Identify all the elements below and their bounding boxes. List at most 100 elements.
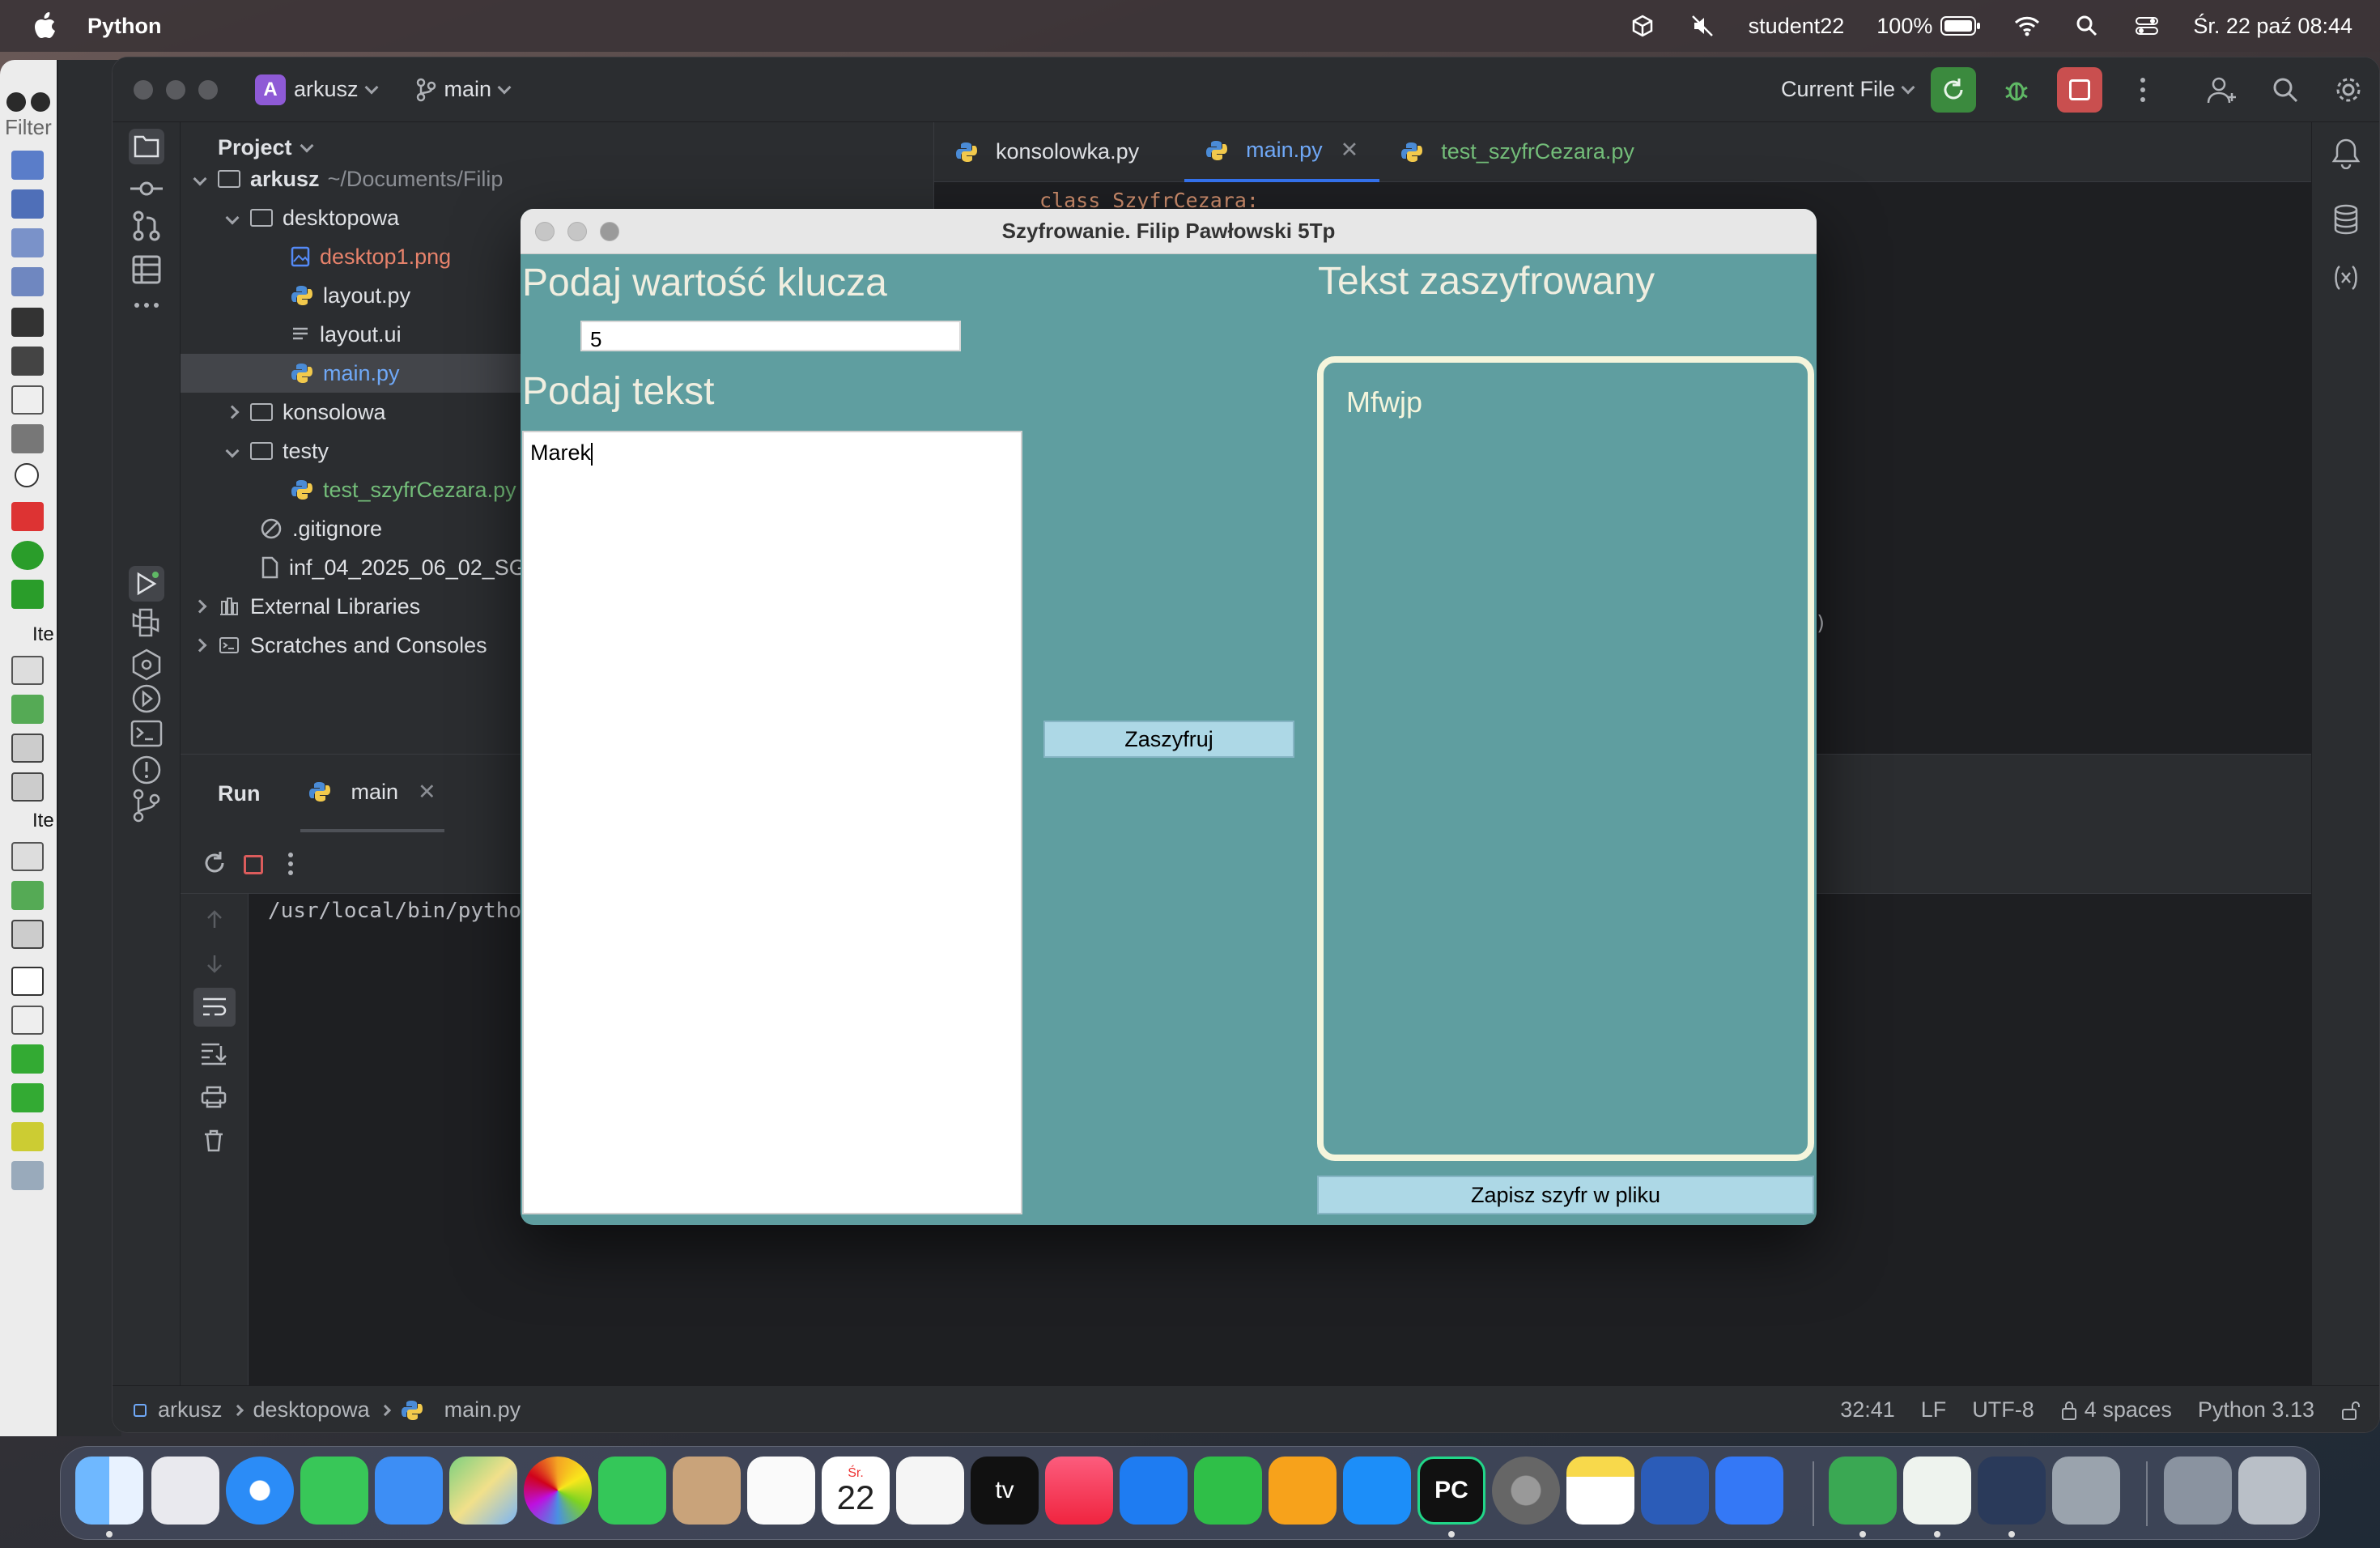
filter-field[interactable]: Filter bbox=[0, 115, 57, 139]
dialog-close-button[interactable] bbox=[535, 222, 555, 241]
close-tab-icon[interactable]: ✕ bbox=[418, 780, 436, 805]
tree-item-konsolowa[interactable]: konsolowa bbox=[221, 393, 386, 432]
battery-status[interactable]: 100% bbox=[1876, 14, 1981, 39]
breadcrumb-item[interactable]: desktopowa bbox=[253, 1397, 370, 1423]
group-box-icon[interactable] bbox=[11, 967, 44, 996]
project-tool-button[interactable] bbox=[129, 129, 164, 164]
stacked-widget-icon[interactable] bbox=[11, 1083, 44, 1112]
numbers-icon[interactable] bbox=[1194, 1457, 1262, 1525]
button-icon[interactable] bbox=[11, 385, 44, 415]
run-config-selector[interactable]: Current File bbox=[1781, 77, 1915, 102]
pycharm-icon[interactable]: PC bbox=[1417, 1457, 1485, 1525]
project-selector[interactable]: A arkusz bbox=[255, 74, 379, 105]
more-actions-button[interactable] bbox=[2120, 67, 2165, 113]
plain-text-input[interactable]: Marek bbox=[522, 431, 1022, 1214]
radio-icon[interactable] bbox=[15, 463, 39, 487]
widget-icon[interactable] bbox=[11, 1161, 44, 1190]
messages-icon[interactable] bbox=[300, 1457, 368, 1525]
search-icon[interactable] bbox=[2073, 14, 2101, 38]
table-icon[interactable] bbox=[11, 734, 44, 763]
downloads-folder-icon[interactable] bbox=[2164, 1457, 2232, 1525]
layout-icon[interactable] bbox=[11, 189, 44, 219]
wifi-icon[interactable] bbox=[2013, 14, 2041, 38]
breadcrumb-item[interactable]: arkusz bbox=[158, 1397, 223, 1423]
apple-tv-icon[interactable]: tv bbox=[971, 1457, 1039, 1525]
close-tab-icon[interactable]: ✕ bbox=[1341, 138, 1359, 163]
stop-button[interactable] bbox=[2057, 66, 2102, 113]
settings-button[interactable] bbox=[2326, 67, 2371, 113]
editor-tab-main[interactable]: main.py ✕ bbox=[1184, 122, 1380, 182]
python-launcher-icon[interactable] bbox=[1903, 1457, 1971, 1525]
soft-wrap-button[interactable] bbox=[193, 988, 236, 1027]
frame-icon[interactable] bbox=[11, 1122, 44, 1151]
trash-icon[interactable] bbox=[202, 1129, 226, 1153]
debug-button[interactable] bbox=[1994, 67, 2039, 113]
apple-icon[interactable] bbox=[32, 12, 57, 40]
branch-selector[interactable]: main bbox=[415, 77, 512, 102]
trash-icon[interactable] bbox=[2238, 1457, 2306, 1525]
table-icon[interactable] bbox=[11, 920, 44, 949]
window-zoom-button[interactable] bbox=[198, 79, 218, 100]
add-user-button[interactable] bbox=[2199, 67, 2245, 113]
problems-icon[interactable] bbox=[129, 752, 164, 788]
tree-item-external-libraries[interactable]: External Libraries bbox=[189, 587, 420, 626]
tree-item-desktop1-png[interactable]: desktop1.png bbox=[291, 237, 451, 276]
python-idle-icon[interactable] bbox=[2052, 1457, 2120, 1525]
tree-item-root[interactable]: arkusz ~/Documents/Filip bbox=[189, 159, 933, 198]
tree-item-inf-04[interactable]: inf_04_2025_06_02_SG bbox=[260, 548, 526, 587]
run-tab-main[interactable]: main ✕ bbox=[300, 755, 444, 832]
notes-icon[interactable] bbox=[1566, 1457, 1634, 1525]
more-horizontal-icon[interactable] bbox=[129, 287, 164, 323]
facetime-icon[interactable] bbox=[598, 1457, 666, 1525]
services-icon[interactable] bbox=[129, 647, 164, 683]
contacts-icon[interactable] bbox=[673, 1457, 741, 1525]
qt-designer-icon[interactable] bbox=[1829, 1457, 1897, 1525]
maps-icon[interactable] bbox=[449, 1457, 517, 1525]
system-settings-icon[interactable] bbox=[1492, 1457, 1560, 1525]
layout-icon[interactable] bbox=[11, 151, 44, 180]
encrypt-button[interactable]: Zaszyfruj bbox=[1043, 721, 1294, 758]
tree-item-testy[interactable]: testy bbox=[221, 432, 329, 470]
word-icon[interactable] bbox=[1641, 1457, 1709, 1525]
dialog-zoom-button[interactable] bbox=[600, 222, 619, 241]
scroll-to-end-icon[interactable] bbox=[200, 1041, 227, 1065]
commit-icon[interactable] bbox=[129, 171, 164, 206]
reminders-icon[interactable] bbox=[747, 1457, 815, 1525]
window-minimize-button[interactable] bbox=[166, 79, 185, 100]
pull-requests-icon[interactable] bbox=[129, 208, 164, 244]
editor-tab-konsolowka[interactable]: konsolowka.py bbox=[934, 122, 1160, 182]
safari-icon[interactable] bbox=[226, 1457, 294, 1525]
pages-icon[interactable] bbox=[1269, 1457, 1337, 1525]
project-panel-header[interactable]: Project bbox=[218, 135, 314, 160]
grid-icon[interactable] bbox=[11, 267, 44, 296]
checkbox-icon[interactable] bbox=[11, 502, 44, 531]
user-name[interactable]: student22 bbox=[1749, 14, 1845, 39]
stop-icon[interactable] bbox=[244, 855, 263, 874]
sciview-icon[interactable] bbox=[2330, 262, 2362, 294]
indent-setting[interactable]: 4 spaces bbox=[2060, 1397, 2172, 1423]
list-icon[interactable] bbox=[11, 656, 44, 685]
dialog-button-icon[interactable] bbox=[11, 580, 44, 609]
tree-item-scratches[interactable]: Scratches and Consoles bbox=[189, 626, 487, 665]
breadcrumb-item[interactable]: main.py bbox=[444, 1397, 521, 1423]
editor-tab-test[interactable]: test_szyfrCezara.py bbox=[1379, 122, 1655, 182]
arrow-down-icon[interactable] bbox=[203, 952, 226, 975]
app-name[interactable]: Python bbox=[87, 14, 162, 39]
python-console-icon[interactable] bbox=[129, 681, 164, 717]
interpreter[interactable]: Python 3.13 bbox=[2198, 1397, 2314, 1423]
tree-icon[interactable] bbox=[11, 881, 44, 910]
tree-item-gitignore[interactable]: .gitignore bbox=[260, 509, 382, 548]
finder-icon[interactable] bbox=[75, 1457, 143, 1525]
rerun-icon[interactable] bbox=[202, 850, 227, 876]
disk-utility-icon[interactable] bbox=[1978, 1457, 2046, 1525]
git-icon[interactable] bbox=[129, 788, 164, 823]
database-icon[interactable] bbox=[2330, 203, 2362, 236]
spacer-icon[interactable] bbox=[11, 308, 44, 337]
tree-item-desktopowa[interactable]: desktopowa bbox=[221, 198, 399, 237]
cube-icon[interactable] bbox=[1629, 14, 1656, 38]
print-icon[interactable] bbox=[200, 1085, 227, 1109]
tab-widget-icon[interactable] bbox=[11, 1044, 44, 1074]
roblox-icon[interactable] bbox=[1715, 1457, 1783, 1525]
tree-item-layout-py[interactable]: layout.py bbox=[291, 276, 410, 315]
launchpad-icon[interactable] bbox=[151, 1457, 219, 1525]
